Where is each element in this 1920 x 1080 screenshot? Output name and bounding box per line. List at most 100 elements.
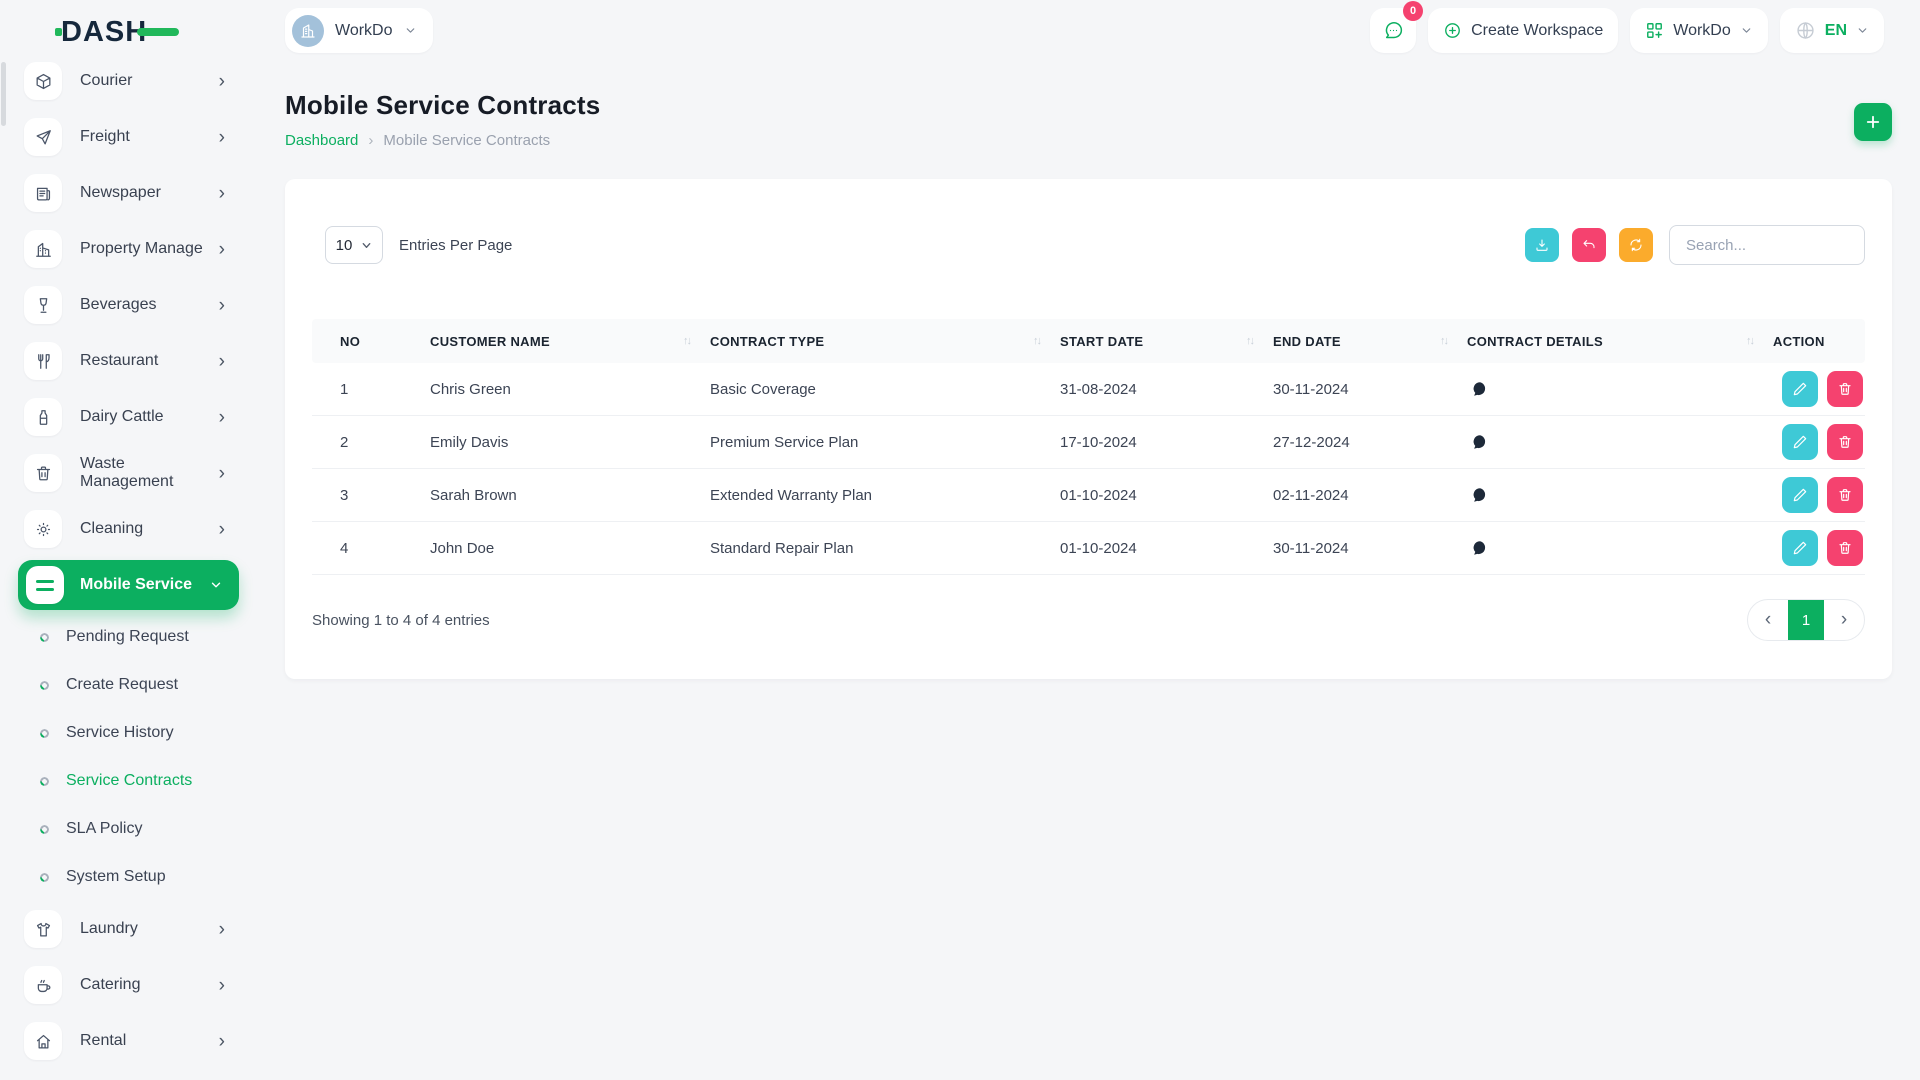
delete-button[interactable] <box>1827 530 1863 566</box>
column-header-contract-type[interactable]: CONTRACT TYPE↑↓ <box>710 334 1060 349</box>
cell-contract-type: Standard Repair Plan <box>710 540 1060 557</box>
sidebar-item-laundry[interactable]: Laundry› <box>0 901 257 957</box>
language-menu-button[interactable]: EN <box>1780 8 1884 53</box>
sidebar-item-dairy-cattle[interactable]: Dairy Cattle› <box>0 389 257 445</box>
brand-logo[interactable]: DASH <box>55 13 185 54</box>
pagination-next-button[interactable]: › <box>1824 600 1864 640</box>
chat-bubble-icon <box>1471 380 1489 398</box>
edit-button[interactable] <box>1782 424 1818 460</box>
contract-details-button[interactable] <box>1471 433 1489 451</box>
sidebar-item-label: Mobile Service <box>80 576 209 594</box>
sort-icon[interactable]: ↑↓ <box>1746 335 1753 347</box>
page-title: Mobile Service Contracts <box>285 90 1892 121</box>
sort-icon[interactable]: ↑↓ <box>1440 335 1447 347</box>
chevron-right-icon: › <box>219 1032 225 1051</box>
chevron-right-icon: › <box>219 72 225 91</box>
trash-icon <box>1837 540 1853 556</box>
sidebar-item-restaurant[interactable]: Restaurant› <box>0 333 257 389</box>
sidebar: Courier›Freight›Newspaper›Property Manag… <box>0 0 257 1080</box>
cell-customer-name: Emily Davis <box>430 434 710 451</box>
sidebar-item-label: Courier <box>80 72 219 90</box>
sidebar-subitem-create-request[interactable]: Create Request <box>0 661 257 709</box>
sidebar-subitem-service-history[interactable]: Service History <box>0 709 257 757</box>
column-label: END DATE <box>1273 334 1341 349</box>
pencil-icon <box>1792 540 1808 556</box>
delete-button[interactable] <box>1827 371 1863 407</box>
chevron-right-icon: › <box>219 352 225 371</box>
sidebar-item-label: Property Manage <box>80 240 219 258</box>
chevron-right-icon: › <box>219 520 225 539</box>
entries-per-page-select[interactable]: 10 <box>325 226 383 264</box>
beverages-icon <box>24 286 62 324</box>
sidebar-subitem-pending-request[interactable]: Pending Request <box>0 613 257 661</box>
sort-icon[interactable]: ↑↓ <box>683 335 690 347</box>
sidebar-item-rental[interactable]: Rental› <box>0 1013 257 1069</box>
contract-details-button[interactable] <box>1471 380 1489 398</box>
bullet-icon <box>40 825 49 834</box>
edit-button[interactable] <box>1782 371 1818 407</box>
search-input[interactable] <box>1669 225 1865 265</box>
sidebar-item-catering[interactable]: Catering› <box>0 957 257 1013</box>
column-header-contract-details[interactable]: CONTRACT DETAILS↑↓ <box>1467 334 1773 349</box>
sidebar-nav: Courier›Freight›Newspaper›Property Manag… <box>0 0 257 1069</box>
column-header-start-date[interactable]: START DATE↑↓ <box>1060 334 1273 349</box>
sidebar-item-beverages[interactable]: Beverages› <box>0 277 257 333</box>
sidebar-subitem-label: SLA Policy <box>66 820 142 838</box>
column-header-end-date[interactable]: END DATE ↑↓ <box>1273 334 1467 349</box>
chevron-right-icon: › <box>219 296 225 315</box>
laundry-icon <box>24 910 62 948</box>
export-button[interactable] <box>1525 228 1559 262</box>
breadcrumb-dashboard-link[interactable]: Dashboard <box>285 132 358 149</box>
sidebar-item-newspaper[interactable]: Newspaper› <box>0 165 257 221</box>
sidebar-scrollbar[interactable] <box>1 62 6 126</box>
entries-summary: Showing 1 to 4 of 4 entries <box>312 612 490 629</box>
globe-icon <box>1795 20 1816 41</box>
edit-button[interactable] <box>1782 530 1818 566</box>
sidebar-subitem-label: Pending Request <box>66 628 189 646</box>
pagination-page-button[interactable]: 1 <box>1788 600 1824 640</box>
contract-details-button[interactable] <box>1471 486 1489 504</box>
sidebar-subitem-label: Service Contracts <box>66 772 192 790</box>
sidebar-subitem-sla-policy[interactable]: SLA Policy <box>0 805 257 853</box>
courier-icon <box>24 62 62 100</box>
add-contract-button[interactable] <box>1854 103 1892 141</box>
sidebar-item-courier[interactable]: Courier› <box>0 53 257 109</box>
sidebar-subitem-label: System Setup <box>66 868 166 886</box>
top-header: DASH WorkDo 0 Create Workspace <box>0 0 1920 60</box>
table-row: 4John DoeStandard Repair Plan01-10-20243… <box>312 522 1865 575</box>
grid-plus-icon <box>1645 21 1664 40</box>
reset-button[interactable] <box>1572 228 1606 262</box>
sidebar-item-mobile-service[interactable]: Mobile Service <box>18 560 239 610</box>
pagination-prev-button[interactable]: ‹ <box>1748 600 1788 640</box>
workdo-menu-button[interactable]: WorkDo <box>1630 8 1768 53</box>
delete-button[interactable] <box>1827 477 1863 513</box>
sidebar-subitem-label: Service History <box>66 724 174 742</box>
chevron-right-icon: › <box>219 920 225 939</box>
sidebar-item-property-manage[interactable]: Property Manage› <box>0 221 257 277</box>
sort-icon[interactable]: ↑↓ <box>1246 335 1253 347</box>
sidebar-item-cleaning[interactable]: Cleaning› <box>0 501 257 557</box>
breadcrumb-current: Mobile Service Contracts <box>383 132 550 149</box>
sidebar-item-label: Catering <box>80 976 219 994</box>
sort-icon[interactable]: ↑↓ <box>1033 335 1040 347</box>
contract-details-button[interactable] <box>1471 539 1489 557</box>
edit-button[interactable] <box>1782 477 1818 513</box>
messages-button[interactable]: 0 <box>1370 8 1416 53</box>
delete-button[interactable] <box>1827 424 1863 460</box>
download-icon <box>1534 237 1550 253</box>
sidebar-subitem-label: Create Request <box>66 676 178 694</box>
refresh-button[interactable] <box>1619 228 1653 262</box>
sidebar-subitem-system-setup[interactable]: System Setup <box>0 853 257 901</box>
sidebar-item-label: Restaurant <box>80 352 219 370</box>
cell-customer-name: Sarah Brown <box>430 487 710 504</box>
sidebar-item-waste-management[interactable]: Waste Management› <box>0 445 257 501</box>
contracts-card: 10 Entries Per Page NOCUSTOMER NAME↑↓CON… <box>285 179 1892 679</box>
undo-icon <box>1581 237 1597 253</box>
app-root: Courier›Freight›Newspaper›Property Manag… <box>0 0 1920 1080</box>
column-header-customer-name[interactable]: CUSTOMER NAME↑↓ <box>430 334 710 349</box>
building-icon <box>292 15 324 47</box>
sidebar-item-freight[interactable]: Freight› <box>0 109 257 165</box>
create-workspace-button[interactable]: Create Workspace <box>1428 8 1618 53</box>
workspace-switcher[interactable]: WorkDo <box>285 8 433 53</box>
sidebar-subitem-service-contracts[interactable]: Service Contracts <box>0 757 257 805</box>
